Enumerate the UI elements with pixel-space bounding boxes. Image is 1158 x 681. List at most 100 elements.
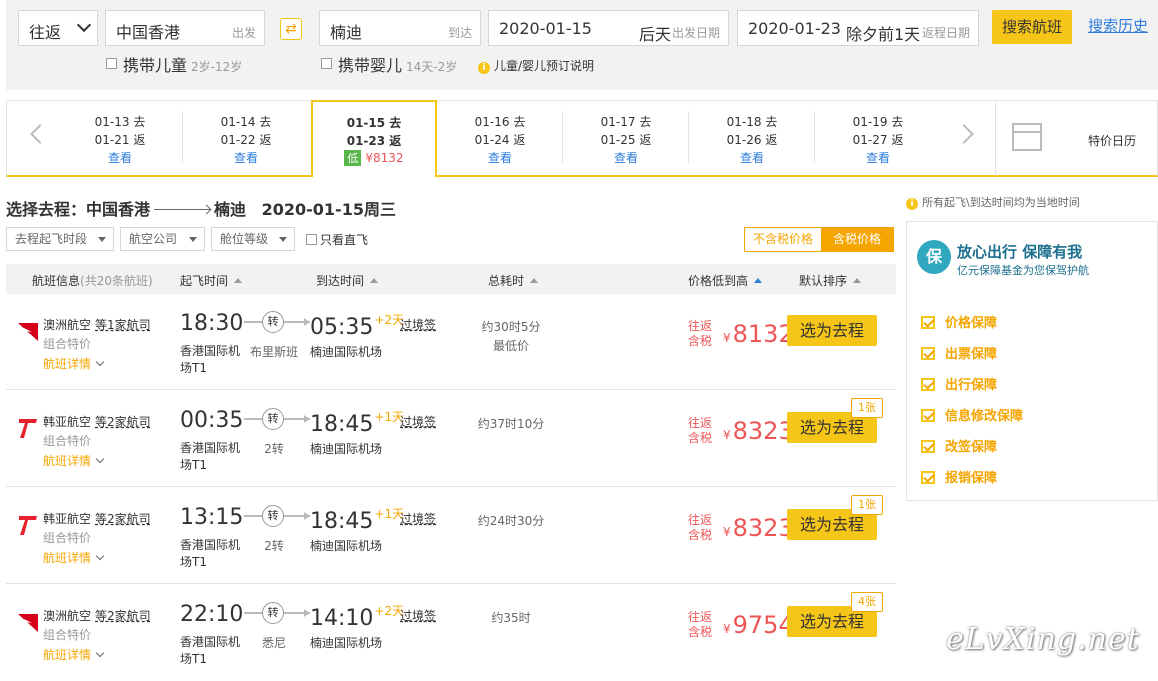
flight-details-toggle[interactable]: 航班详情 <box>43 549 105 566</box>
flight-details-toggle[interactable]: 航班详情 <box>43 452 105 469</box>
swap-icon[interactable]: ⇄ <box>280 18 302 40</box>
tax-included-label: 含税 <box>688 431 713 445</box>
transfer-icon: 转 <box>262 505 284 527</box>
transit-visa-link[interactable]: 过境签 <box>400 413 436 430</box>
search-history-link[interactable]: 搜索历史 <box>1088 15 1148 36</box>
checkbox-icon <box>106 58 117 69</box>
flight-row: 韩亚航空 等2家航司 组合特价 航班详情 00:35 香港国际机场T1 转 2转 … <box>6 390 896 487</box>
return-day-label: 除夕前1天 <box>846 25 921 44</box>
view-link[interactable]: 查看 <box>689 149 815 166</box>
flight-details-toggle[interactable]: 航班详情 <box>43 355 105 372</box>
check-icon <box>921 347 935 360</box>
tax-included-label: 含税 <box>688 625 713 639</box>
transit-visa-link[interactable]: 过境签 <box>400 316 436 333</box>
sort-duration[interactable]: 总耗时 <box>488 272 539 289</box>
with-infant-checkbox[interactable]: 携带婴儿 14天-2岁 <box>321 52 457 76</box>
price-value: 8323 <box>732 514 794 542</box>
transit-visa-link[interactable]: 过境签 <box>400 607 436 624</box>
flight-details-toggle[interactable]: 航班详情 <box>43 646 105 663</box>
departure-time: 13:15 <box>180 505 244 530</box>
date-go: 01-18 去 <box>726 115 778 129</box>
results-header: 航班信息(共20条航班) 起飞时间 到达时间 总耗时 价格低到高 默认排序 <box>6 264 896 294</box>
qantas-logo-icon <box>18 614 38 632</box>
direct-only-checkbox[interactable]: 只看直飞 <box>306 231 368 248</box>
arrival-time: 05:35+2天 <box>310 311 404 340</box>
dep-time-filter[interactable]: 去程起飞时段 <box>6 227 114 251</box>
special-price-calendar[interactable]: 特价日历 <box>995 101 1157 176</box>
select-outbound-button[interactable]: 选为去程 <box>787 315 877 346</box>
transfer-count: 2转 <box>264 539 284 553</box>
guarantee-item[interactable]: 改签保障 <box>921 436 997 455</box>
more-airlines-link[interactable]: 等2家航司 <box>95 512 151 526</box>
date-option[interactable]: 01-19 去 01-27 返 查看 <box>815 101 941 176</box>
search-flights-button[interactable]: 搜索航班 <box>992 10 1072 44</box>
guarantee-item[interactable]: 报销保障 <box>921 467 997 486</box>
cabin-filter[interactable]: 舱位等级 <box>211 227 295 251</box>
date-option[interactable]: 01-17 去 01-25 返 查看 <box>563 101 689 176</box>
total-duration: 约24时30分 <box>477 514 545 528</box>
return-date-value: 2020-01-23 <box>748 19 841 38</box>
from-city-input[interactable]: 中国香港 出发 <box>105 10 265 46</box>
info-icon: i <box>478 62 490 74</box>
trip-type-select[interactable]: 往返 <box>18 10 98 46</box>
sort-arr-time[interactable]: 到达时间 <box>316 272 379 289</box>
to-city-input[interactable]: 楠迪 到达 <box>319 10 481 46</box>
price-label: 往返 含税 <box>688 513 712 543</box>
more-airlines-link[interactable]: 等2家航司 <box>95 415 151 429</box>
sort-dep-time[interactable]: 起飞时间 <box>180 272 243 289</box>
date-return: 01-21 返 <box>94 133 146 147</box>
tax-included-label: 含税 <box>688 528 713 542</box>
price: ¥8323 <box>723 514 794 542</box>
transfer-line: 转 <box>244 408 310 430</box>
view-link[interactable]: 查看 <box>563 149 689 166</box>
arrival-airport: 楠迪国际机场 <box>310 442 383 456</box>
transfer-line: 转 <box>244 505 310 527</box>
depart-date-input[interactable]: 2020-01-15 后天 出发日期 <box>488 10 729 46</box>
date-go: 01-17 去 <box>600 115 652 129</box>
combo-deal-label: 组合特价 <box>43 337 92 351</box>
caret-down-icon <box>98 237 106 242</box>
return-date-input[interactable]: 2020-01-23 除夕前1天 返程日期 <box>737 10 979 46</box>
guarantee-item[interactable]: 价格保障 <box>921 312 997 331</box>
check-icon <box>921 471 935 484</box>
guarantee-item[interactable]: 出票保障 <box>921 343 997 362</box>
airline-label: 澳洲航空 <box>43 609 92 623</box>
header-label: 航班信息 <box>32 274 81 288</box>
date-go: 01-16 去 <box>474 115 526 129</box>
prev-arrow-icon[interactable] <box>30 124 50 144</box>
round-trip-label: 往返 <box>688 610 713 624</box>
tax-included-option[interactable]: 含税价格 <box>821 228 893 251</box>
view-link[interactable]: 查看 <box>815 149 941 166</box>
guarantee-item[interactable]: 出行保障 <box>921 374 997 393</box>
airline-filter[interactable]: 航空公司 <box>120 227 205 251</box>
more-airlines-link[interactable]: 等2家航司 <box>95 609 151 623</box>
view-link[interactable]: 查看 <box>183 149 309 166</box>
calendar-icon <box>1012 123 1042 151</box>
header-label: 总耗时 <box>488 274 525 288</box>
sort-default[interactable]: 默认排序 <box>799 272 862 289</box>
date-option[interactable]: 01-13 去 01-21 返 查看 <box>57 101 183 176</box>
with-child-checkbox[interactable]: 携带儿童 2岁-12岁 <box>106 52 242 76</box>
date-option-selected[interactable]: 01-15 去 01-23 返 低 ¥8132 <box>311 100 437 177</box>
view-link[interactable]: 查看 <box>437 149 563 166</box>
more-airlines-link[interactable]: 等1家航司 <box>95 318 151 332</box>
view-link[interactable]: 查看 <box>57 149 183 166</box>
header-label: 默认排序 <box>799 274 848 288</box>
seats-left-badge: 1张 <box>851 398 883 418</box>
guarantee-item[interactable]: 信息修改保障 <box>921 405 1023 424</box>
sort-price[interactable]: 价格低到高 <box>688 272 763 289</box>
guarantee-item-label: 改签保障 <box>945 440 998 455</box>
date-option[interactable]: 01-16 去 01-24 返 查看 <box>437 101 563 176</box>
total-duration: 约30时5分 <box>481 320 541 334</box>
combo-deal-label: 组合特价 <box>43 531 92 545</box>
flight-count: (共20条航班) <box>80 274 153 288</box>
depart-date-value: 2020-01-15 <box>499 19 592 38</box>
booking-note-link[interactable]: i 儿童/婴儿预订说明 <box>478 57 594 74</box>
transit-visa-link[interactable]: 过境签 <box>400 510 436 527</box>
lowest-price-value: ¥8132 <box>365 151 404 165</box>
next-arrow-icon[interactable] <box>954 124 974 144</box>
date-option[interactable]: 01-18 去 01-26 返 查看 <box>689 101 815 176</box>
round-trip-label: 往返 <box>688 416 713 430</box>
date-option[interactable]: 01-14 去 01-22 返 查看 <box>183 101 309 176</box>
tax-excluded-option[interactable]: 不含税价格 <box>745 228 821 251</box>
